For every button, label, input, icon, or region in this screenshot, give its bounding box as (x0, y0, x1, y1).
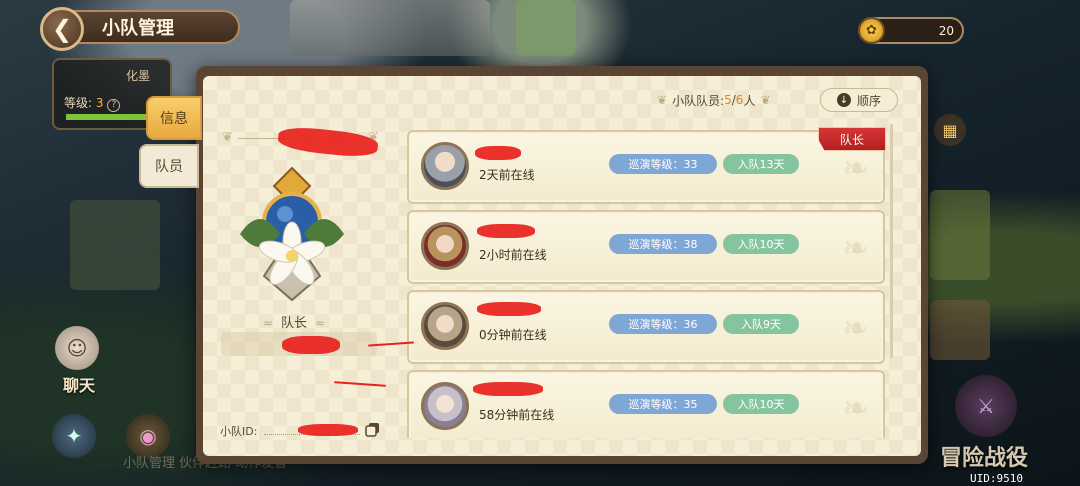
arrow-down-icon: ↓ (836, 93, 851, 107)
tab-info[interactable]: 信息 (146, 96, 202, 140)
sort-button[interactable]: ↓ 顺序 (820, 88, 898, 112)
member-online-status: 58分钟前在线 (479, 408, 555, 422)
member-online-status: 2天前在线 (479, 168, 535, 182)
player-level: 等级: 3 ? (64, 94, 121, 112)
member-name-redaction (473, 382, 543, 396)
shop-icon[interactable]: ▦ (934, 114, 966, 146)
copy-icon[interactable] (365, 422, 380, 437)
back-button[interactable]: ❮ (40, 7, 84, 51)
chat-icon[interactable]: ☺ (55, 326, 99, 370)
member-days-badge: 入队13天 (723, 154, 799, 174)
member-level-badge: 巡演等级：33 (609, 154, 717, 174)
adventure-battle-label[interactable]: 冒险战役 (940, 440, 1028, 472)
team-id-label: 小队ID: (220, 425, 258, 438)
member-name-redaction (477, 302, 541, 316)
bg-crate (930, 300, 990, 360)
member-avatar[interactable] (421, 302, 469, 350)
member-name-redaction (477, 224, 535, 238)
tab-members[interactable]: 队员 (139, 144, 199, 188)
team-emblem (240, 166, 344, 302)
sort-label: 顺序 (856, 93, 881, 108)
uid-text: UID:9510 (970, 472, 1023, 485)
member-days-badge: 入队10天 (723, 234, 799, 254)
member-level-badge: 巡演等级：36 (609, 314, 717, 334)
level-value: 3 (95, 96, 104, 110)
member-card[interactable]: ❧ 0分钟前在线 巡演等级：36 入队9天 (407, 290, 885, 364)
member-list-scrollbar[interactable] (890, 124, 893, 358)
bg-stone-stairs (290, 0, 490, 56)
level-label: 等级: (64, 96, 93, 110)
bg-tree (930, 190, 990, 280)
member-count: ❦ 小队队员: 5 / 6 人 ❦ (652, 90, 776, 110)
help-icon[interactable]: ? (107, 99, 121, 112)
page-title: 小队管理 (72, 10, 240, 44)
team-id-redaction (298, 424, 358, 436)
member-avatar[interactable] (421, 382, 469, 430)
compass-icon[interactable]: ✦ (52, 414, 96, 458)
currency-display[interactable]: ✿ 20 (858, 17, 964, 44)
leader-label: 队长 (254, 312, 334, 331)
captain-badge: 队长 (818, 127, 886, 151)
member-avatar[interactable] (421, 222, 469, 270)
member-count-max: 6 (735, 93, 744, 107)
chat-label[interactable]: 聊天 (63, 372, 95, 396)
leader-label-text: 队长 (280, 316, 307, 331)
member-list[interactable]: ❧ 2天前在线 巡演等级：33 入队13天 ❧ 2小时前在线 巡演等级：38 入… (403, 118, 889, 438)
member-count-current: 5 (724, 93, 732, 107)
member-avatar[interactable] (421, 142, 469, 190)
coin-icon: ✿ (858, 17, 885, 44)
leader-name-redaction (282, 336, 340, 354)
player-name: 化墨 (126, 69, 151, 83)
ornament-left-icon: ❦ (222, 130, 233, 145)
member-card[interactable]: ❧ 2天前在线 巡演等级：33 入队13天 (407, 130, 885, 204)
member-days-badge: 入队9天 (723, 314, 799, 334)
member-card[interactable]: ❧ 2小时前在线 巡演等级：38 入队10天 (407, 210, 885, 284)
member-level-badge: 巡演等级：38 (609, 234, 717, 254)
member-days-badge: 入队10天 (723, 394, 799, 414)
count-ornament-icon: ❦ (657, 93, 668, 107)
battle-icon[interactable]: ⚔ (955, 375, 1017, 437)
member-name-redaction (475, 146, 521, 160)
member-online-status: 2小时前在线 (479, 248, 547, 262)
member-level-badge: 巡演等级：35 (609, 394, 717, 414)
bg-tent (70, 200, 160, 290)
member-count-unit: 人 (743, 93, 756, 108)
bg-green-pillar (516, 0, 576, 56)
currency-amount: 20 (938, 23, 954, 38)
member-card[interactable]: ❧ 58分钟前在线 巡演等级：35 入队10天 (407, 370, 885, 438)
count-ornament-right-icon: ❦ (760, 93, 771, 107)
level-progress-fill (66, 114, 151, 120)
member-online-status: 0分钟前在线 (479, 328, 547, 342)
back-arrow-icon: ❮ (51, 15, 73, 43)
member-count-label: 小队队员: (672, 93, 725, 108)
